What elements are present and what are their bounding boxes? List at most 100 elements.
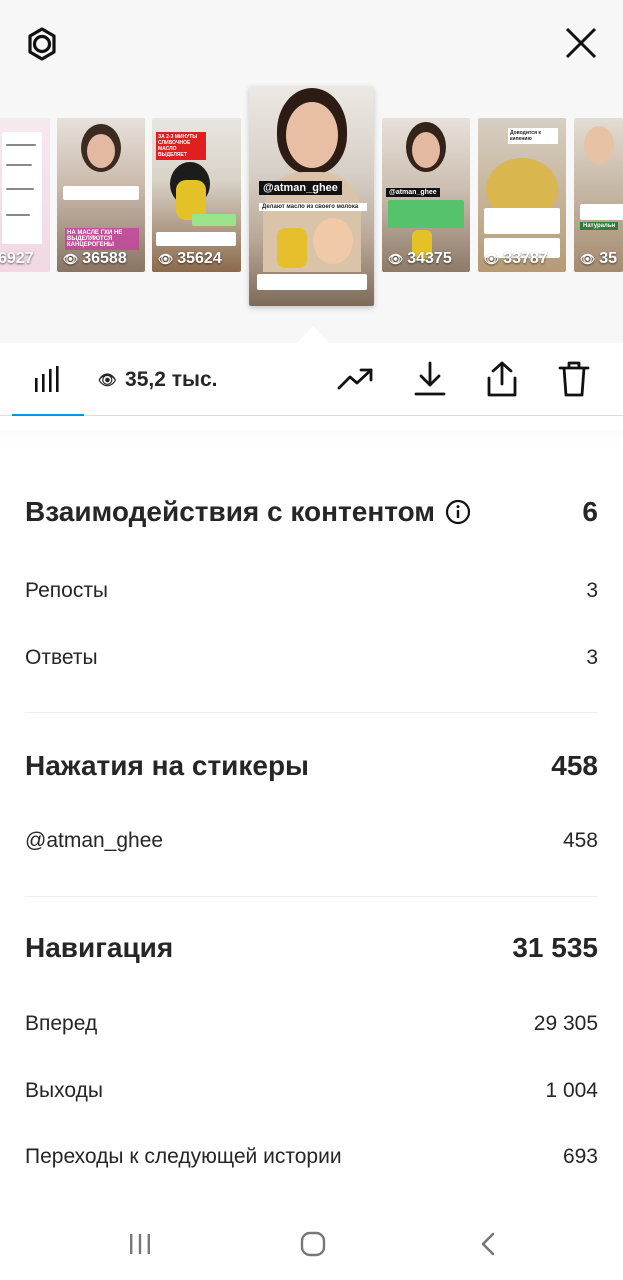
story-overlay-text: ЗА 2-3 МИНУТЫ СЛИВОЧНОЕ МАСЛО ВЫДЕЛЯЕТ — [156, 132, 206, 160]
selected-pointer — [297, 326, 329, 343]
story-card — [192, 214, 236, 226]
trending-up-icon — [337, 368, 373, 390]
system-navigation-bar — [0, 1208, 623, 1280]
back-icon — [481, 1232, 495, 1256]
story-views: 6927 — [0, 250, 34, 268]
story-thumbnail-selected[interactable]: @atman_ghee Делают масло из своего молок… — [249, 86, 374, 306]
download-button[interactable] — [408, 359, 452, 399]
total-views: 👁 35,2 тыс. — [98, 365, 218, 395]
story-card — [156, 232, 236, 246]
home-button[interactable] — [291, 1224, 335, 1264]
exits-label: Выходы — [25, 1079, 103, 1102]
person-face — [412, 132, 440, 168]
story-views-count: 6927 — [0, 250, 34, 267]
ghee-jar — [277, 228, 307, 268]
total-views-value: 35,2 тыс. — [125, 368, 218, 391]
story-overlay-text: Натуральн — [580, 222, 619, 230]
forward-value: 29 305 — [533, 1012, 598, 1035]
interactions-title: Взаимодействия с контентом — [25, 496, 471, 528]
home-icon — [300, 1231, 326, 1257]
story-thumbnail[interactable]: ЗА 2-3 МИНУТЫ СЛИВОЧНОЕ МАСЛО ВЫДЕЛЯЕТ 👁… — [152, 118, 241, 272]
story-views-count: 33787 — [503, 250, 548, 267]
bar-chart-icon — [35, 366, 59, 392]
story-overlay-text: НА МАСЛЕ ГХИ НЕ ВЫДЕЛЯЮТСЯ КАНЦЕРОГЕНЫ — [65, 228, 139, 250]
next-story-value: 693 — [562, 1145, 598, 1168]
text-line — [6, 164, 32, 166]
story-toolbar: 👁 35,2 тыс. — [0, 343, 623, 416]
story-mention: @atman_ghee — [259, 181, 342, 195]
insights-tab[interactable] — [12, 343, 84, 415]
story-thumbnail[interactable]: 6927 — [0, 118, 50, 272]
person-face — [286, 102, 338, 168]
navigation-total: 31 535 — [512, 932, 598, 963]
promote-button[interactable] — [334, 359, 378, 399]
story-views: 👁 34375 — [388, 250, 452, 268]
replies-label: Ответы — [25, 646, 98, 669]
close-icon — [565, 27, 597, 59]
navigation-title: Навигация — [25, 932, 173, 964]
eye-icon: 👁 — [158, 252, 174, 266]
story-thumbnail[interactable]: НА МАСЛЕ ГХИ НЕ ВЫДЕЛЯЮТСЯ КАНЦЕРОГЕНЫ 👁… — [57, 118, 145, 272]
text-line — [6, 214, 30, 216]
story-overlay-text: Доводится к кипению — [508, 128, 558, 144]
eye-icon: 👁 — [484, 252, 500, 266]
story-caption: Делают масло из своего молока — [259, 203, 367, 211]
story-card — [580, 204, 623, 220]
divider — [0, 430, 623, 444]
section-divider — [25, 896, 598, 897]
story-views-count: 36588 — [82, 250, 127, 267]
story-card — [257, 274, 367, 290]
text-line — [6, 144, 36, 146]
share-button[interactable] — [480, 357, 524, 401]
share-icon — [487, 361, 517, 397]
exits-value: 1 004 — [545, 1079, 598, 1102]
story-card — [388, 200, 464, 228]
sticker-taps-total: 458 — [551, 750, 598, 781]
interactions-total: 6 — [582, 496, 598, 527]
story-thumbnail[interactable]: @atman_ghee 👁 34375 — [382, 118, 470, 272]
back-button[interactable] — [466, 1224, 510, 1264]
reposts-value: 3 — [586, 579, 598, 602]
story-thumbnail[interactable]: Доводится к кипению 👁 33787 — [478, 118, 566, 272]
close-button[interactable] — [558, 20, 604, 66]
settings-gear-icon — [28, 27, 56, 61]
settings-button[interactable] — [20, 22, 64, 66]
story-thumbnail[interactable]: Натуральн 👁 35 — [574, 118, 623, 272]
story-mention: @atman_ghee — [386, 188, 440, 197]
story-views: 👁 35624 — [158, 250, 222, 268]
sticker-taps-title-text: Нажатия на стикеры — [25, 750, 309, 781]
delete-button[interactable] — [552, 357, 596, 401]
sticker-mention-label: @atman_ghee — [25, 829, 164, 852]
story-views-count: 34375 — [407, 250, 452, 267]
trash-icon — [558, 361, 590, 397]
sticker-mention-value: 458 — [562, 829, 598, 852]
stories-carousel-area: 6927 НА МАСЛЕ ГХИ НЕ ВЫДЕЛЯЮТСЯ КАНЦЕРОГ… — [0, 0, 623, 343]
recent-apps-button[interactable] — [118, 1224, 162, 1264]
story-views: 👁 36588 — [63, 250, 127, 268]
reposts-label: Репосты — [25, 579, 109, 602]
forward-label: Вперед — [25, 1012, 98, 1035]
child-head — [584, 126, 614, 164]
next-story-label: Переходы к следующей истории — [25, 1145, 342, 1168]
eye-icon: 👁 — [388, 252, 404, 266]
text-line — [6, 188, 34, 190]
story-card — [63, 186, 139, 200]
eye-icon: 👁 — [63, 252, 79, 266]
emoji-sticker — [313, 218, 353, 264]
eye-icon: 👁 — [98, 372, 118, 389]
sticker-taps-title: Нажатия на стикеры — [25, 750, 309, 782]
story-views-count: 35 — [599, 250, 618, 267]
story-views-count: 35624 — [177, 250, 222, 267]
interactions-title-text: Взаимодействия с контентом — [25, 496, 436, 527]
recent-apps-icon — [130, 1234, 150, 1254]
replies-value: 3 — [586, 646, 598, 669]
eye-icon: 👁 — [580, 252, 596, 266]
story-card — [484, 208, 560, 234]
info-icon[interactable] — [445, 499, 471, 525]
active-tab-indicator — [12, 414, 84, 416]
section-divider — [25, 712, 598, 713]
person-face — [87, 134, 115, 168]
download-icon — [414, 361, 446, 396]
story-views: 👁 33787 — [484, 250, 548, 268]
story-views: 👁 35 — [580, 250, 617, 268]
